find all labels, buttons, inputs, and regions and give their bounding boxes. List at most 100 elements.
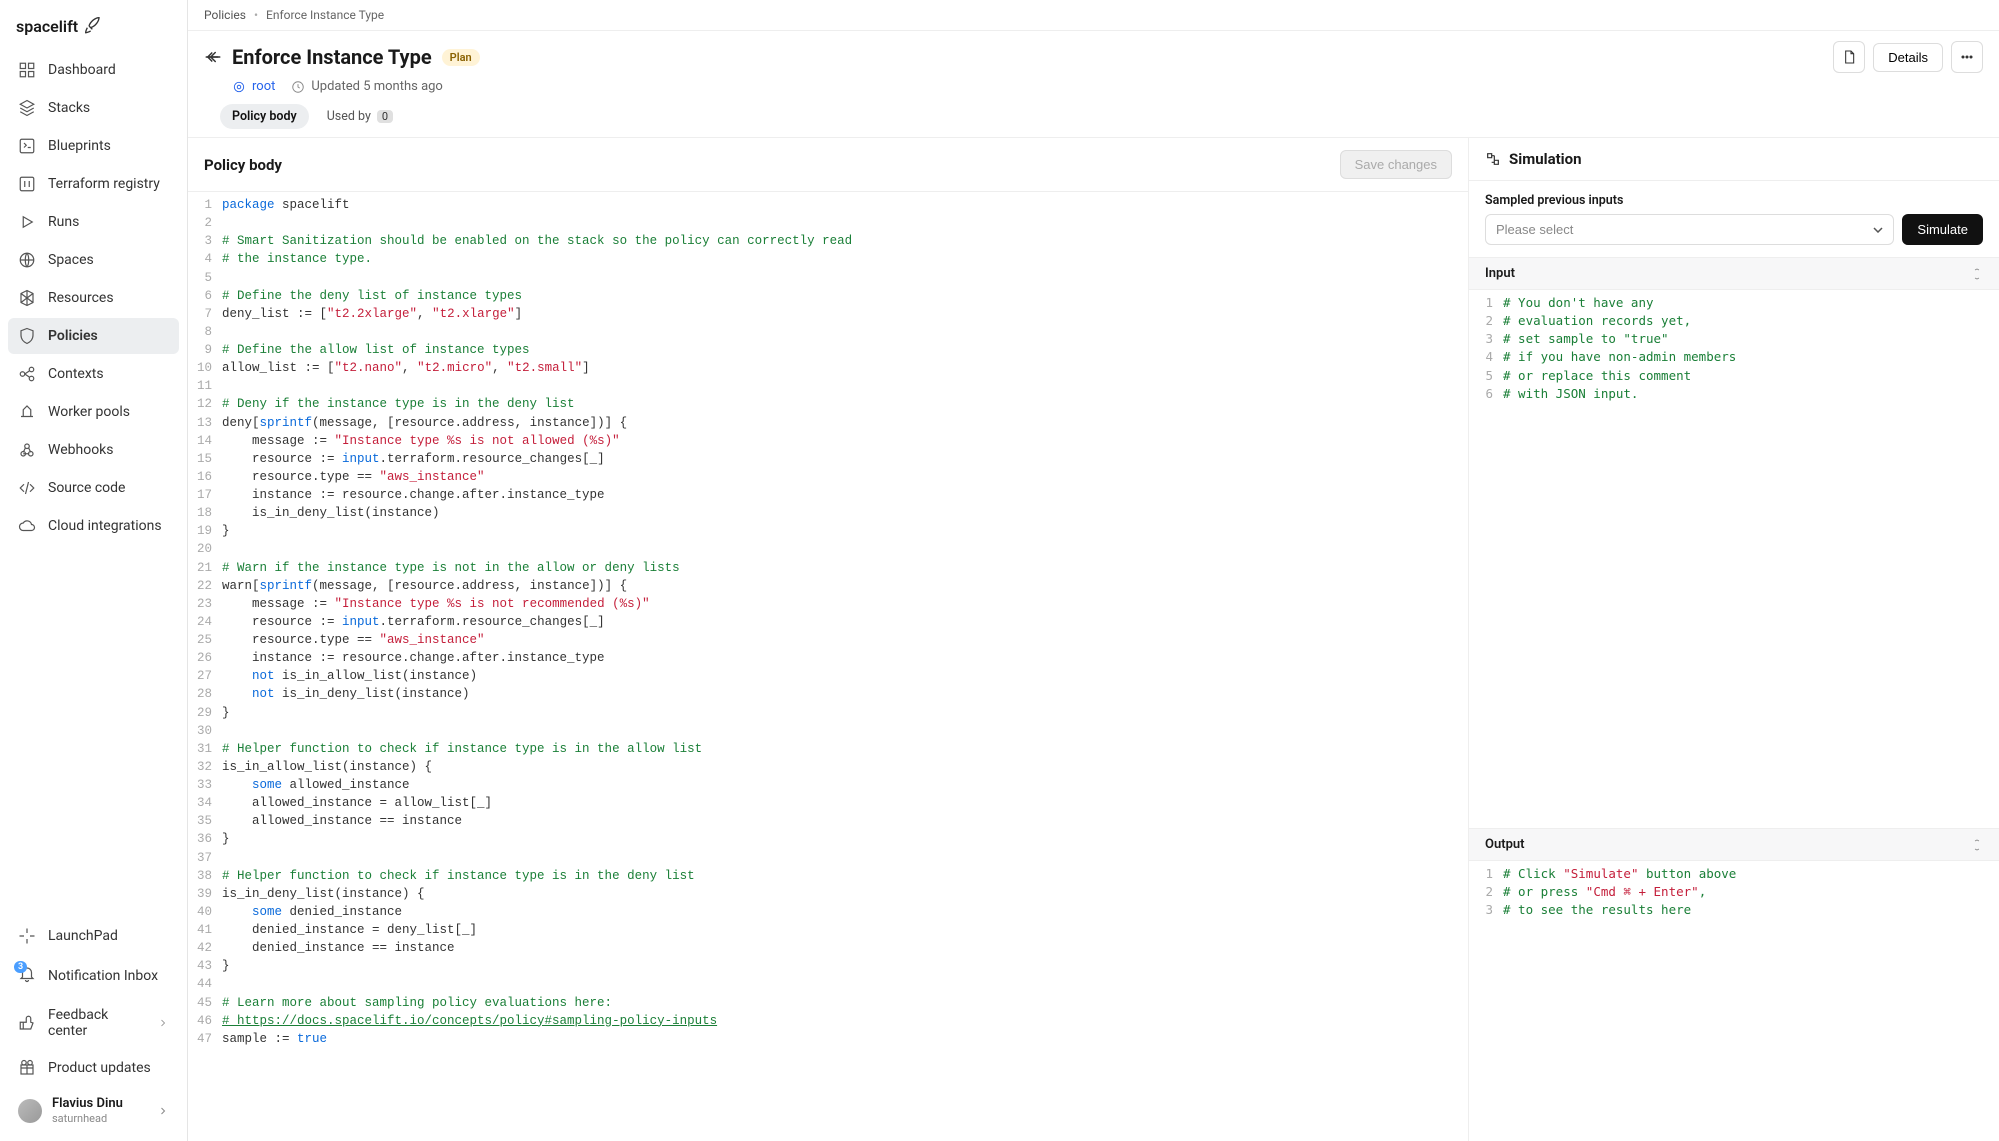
sidebar-item-contexts[interactable]: Contexts: [8, 356, 179, 392]
code-content: [222, 975, 238, 993]
code-editor[interactable]: 1package spacelift23# Smart Sanitization…: [188, 192, 1468, 1141]
back-arrow-icon[interactable]: [204, 48, 222, 66]
code-content: is_in_deny_list(instance) {: [222, 885, 441, 903]
code-content: allowed_instance == instance: [222, 812, 478, 830]
line-number: 37: [188, 849, 222, 867]
logo[interactable]: spacelift: [8, 12, 179, 52]
breadcrumb-root[interactable]: Policies: [204, 8, 246, 22]
tab-policy-body[interactable]: Policy body: [220, 104, 309, 129]
line-number: 32: [188, 758, 222, 776]
rocket-icon: [84, 16, 104, 36]
simulate-button[interactable]: Simulate: [1902, 214, 1983, 245]
more-button[interactable]: [1951, 41, 1983, 73]
line-number: 15: [188, 450, 222, 468]
code-content: message := "Instance type %s is not allo…: [222, 432, 636, 450]
source-code-icon: [18, 479, 36, 497]
code-content: # evaluation records yet,: [1503, 312, 1707, 330]
code-content: [222, 269, 238, 287]
document-icon: [1841, 49, 1857, 65]
root-space-link[interactable]: root: [232, 79, 275, 94]
code-content: package spacelift: [222, 196, 366, 214]
line-number: 46: [188, 1012, 222, 1030]
sidebar-item-label: Dashboard: [48, 62, 116, 78]
line-number: 5: [188, 269, 222, 287]
line-number: 28: [188, 685, 222, 703]
line-number: 4: [188, 250, 222, 268]
sidebar-item-source-code[interactable]: Source code: [8, 470, 179, 506]
input-section-header[interactable]: Input: [1469, 257, 1999, 290]
code-line: 9# Define the allow list of instance typ…: [188, 341, 1468, 359]
code-content: instance := resource.change.after.instan…: [222, 486, 621, 504]
output-label: Output: [1485, 837, 1525, 852]
page-header: Enforce Instance Type Plan Details root …: [188, 31, 1999, 138]
code-content: # set sample to "true": [1503, 330, 1685, 348]
save-changes-button[interactable]: Save changes: [1340, 150, 1452, 179]
line-number: 11: [188, 377, 222, 395]
code-line: 25 resource.type == "aws_instance": [188, 631, 1468, 649]
sidebar-item-label: Blueprints: [48, 138, 111, 154]
code-line: 3# to see the results here: [1469, 901, 1999, 919]
sidebar-item-cloud-integrations[interactable]: Cloud integrations: [8, 508, 179, 544]
document-button[interactable]: [1833, 41, 1865, 73]
output-editor[interactable]: 1# Click "Simulate" button above2# or pr…: [1469, 861, 1999, 1141]
code-line: 6# Define the deny list of instance type…: [188, 287, 1468, 305]
sidebar-item-notification-inbox[interactable]: 3Notification Inbox: [8, 956, 179, 996]
code-line: 38# Helper function to check if instance…: [188, 867, 1468, 885]
sidebar-item-label: Policies: [48, 328, 98, 344]
breadcrumb-current: Enforce Instance Type: [266, 8, 384, 22]
code-line: 3# Smart Sanitization should be enabled …: [188, 232, 1468, 250]
page-title: Enforce Instance Type: [232, 45, 432, 69]
user-menu[interactable]: Flavius Dinusaturnhead: [8, 1086, 179, 1129]
code-content: sample := true: [222, 1030, 343, 1048]
sidebar-item-blueprints[interactable]: Blueprints: [8, 128, 179, 164]
sidebar-item-runs[interactable]: Runs: [8, 204, 179, 240]
line-number: 31: [188, 740, 222, 758]
sidebar-item-spaces[interactable]: Spaces: [8, 242, 179, 278]
sidebar-item-feedback-center[interactable]: Feedback center: [8, 998, 179, 1048]
sidebar-item-worker-pools[interactable]: Worker pools: [8, 394, 179, 430]
output-section-header[interactable]: Output: [1469, 828, 1999, 861]
sidebar-item-label: Runs: [48, 214, 79, 230]
code-line: 2# or press "Cmd ⌘ + Enter",: [1469, 883, 1999, 901]
code-content: [222, 722, 238, 740]
line-number: 23: [188, 595, 222, 613]
line-number: 7: [188, 305, 222, 323]
tab-label: Policy body: [232, 109, 297, 124]
code-content: [222, 323, 238, 341]
code-content: deny[sprintf(message, [resource.address,…: [222, 414, 643, 432]
contexts-icon: [18, 365, 36, 383]
code-line: 47sample := true: [188, 1030, 1468, 1048]
sidebar-item-label: Feedback center: [48, 1007, 145, 1039]
sidebar-item-launchpad[interactable]: LaunchPad: [8, 918, 179, 954]
sampled-inputs-select[interactable]: Please select: [1485, 214, 1894, 245]
tab-used-by[interactable]: Used by0: [315, 104, 405, 129]
line-number: 10: [188, 359, 222, 377]
sidebar-item-resources[interactable]: Resources: [8, 280, 179, 316]
sidebar-item-stacks[interactable]: Stacks: [8, 90, 179, 126]
code-line: 11: [188, 377, 1468, 395]
input-editor[interactable]: 1# You don't have any2# evaluation recor…: [1469, 290, 1999, 816]
line-number: 4: [1469, 348, 1503, 366]
sidebar-item-product-updates[interactable]: Product updates: [8, 1050, 179, 1086]
thumbs-up-icon: [18, 1014, 36, 1032]
details-button[interactable]: Details: [1873, 43, 1943, 72]
code-content: some allowed_instance: [222, 776, 426, 794]
code-content: # You don't have any: [1503, 294, 1670, 312]
sidebar-item-webhooks[interactable]: Webhooks: [8, 432, 179, 468]
line-number: 6: [188, 287, 222, 305]
gift-icon: [18, 1059, 36, 1077]
code-line: 13deny[sprintf(message, [resource.addres…: [188, 414, 1468, 432]
code-line: 15 resource := input.terraform.resource_…: [188, 450, 1468, 468]
line-number: 41: [188, 921, 222, 939]
line-number: 17: [188, 486, 222, 504]
line-number: 18: [188, 504, 222, 522]
sidebar-item-policies[interactable]: Policies: [8, 318, 179, 354]
runs-icon: [18, 213, 36, 231]
line-number: 27: [188, 667, 222, 685]
sidebar-item-label: Source code: [48, 480, 126, 496]
sidebar-item-label: Terraform registry: [48, 176, 160, 192]
sidebar-item-dashboard[interactable]: Dashboard: [8, 52, 179, 88]
sidebar-item-terraform-registry[interactable]: Terraform registry: [8, 166, 179, 202]
line-number: 34: [188, 794, 222, 812]
code-line: 29}: [188, 704, 1468, 722]
